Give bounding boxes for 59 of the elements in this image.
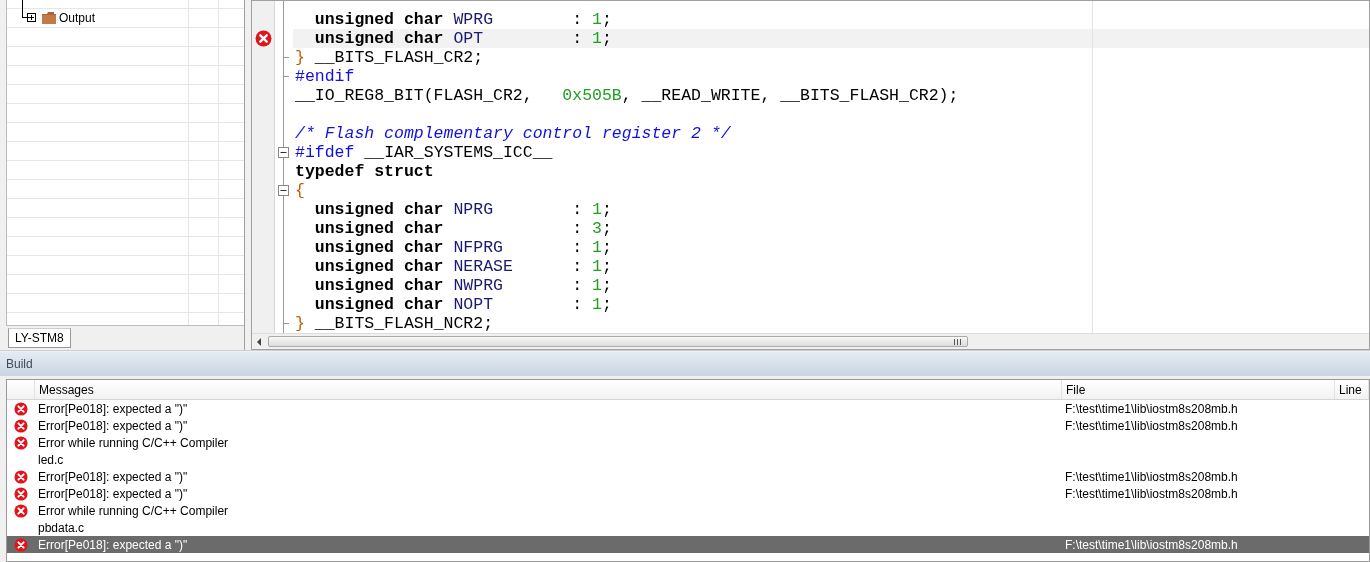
code-line: unsigned char : 3; bbox=[313, 219, 613, 238]
file-path: F:\test\time1\lib\iostm8s208mb.h bbox=[1064, 401, 1238, 416]
column-header[interactable]: Line bbox=[1335, 380, 1369, 399]
error-icon bbox=[13, 503, 28, 518]
message-text: pbdata.c bbox=[37, 520, 86, 535]
error-icon bbox=[13, 418, 28, 433]
file-path: F:\test\time1\lib\iostm8s208mb.h bbox=[1064, 418, 1238, 433]
code-line: unsigned char NERASE : 1; bbox=[313, 257, 613, 276]
message-row[interactable]: Error while running C/C++ Compiler bbox=[7, 502, 1369, 519]
message-row[interactable]: Error[Pe018]: expected a ")" F:\test\time1\lib\iostm8s208mb.h bbox=[7, 417, 1369, 434]
message-row[interactable]: Error[Pe018]: expected a ")" F:\test\time1\lib\iostm8s208mb.h bbox=[7, 468, 1369, 485]
code-line: typedef struct bbox=[294, 162, 435, 181]
grip-icon bbox=[954, 338, 961, 345]
message-text: Error[Pe018]: expected a ")" bbox=[37, 418, 189, 433]
message-row[interactable]: Error[Pe018]: expected a ")" F:\test\time1\lib\iostm8s208mb.h bbox=[7, 485, 1369, 502]
code-line: unsigned char WPRG : 1; bbox=[313, 10, 613, 29]
message-row[interactable]: Error[Pe018]: expected a ")" F:\test\time1\lib\iostm8s208mb.h bbox=[7, 536, 1369, 553]
code-line: unsigned char NPRG : 1; bbox=[313, 200, 613, 219]
scrollbar-thumb[interactable] bbox=[268, 336, 968, 347]
message-row[interactable]: led.c bbox=[7, 451, 1369, 468]
panel-title: Build bbox=[0, 352, 1370, 376]
file-path: F:\test\time1\lib\iostm8s208mb.h bbox=[1064, 537, 1238, 552]
expand-icon[interactable] bbox=[27, 13, 36, 22]
code-line: __IO_REG8_BIT(FLASH_CR2, 0x505B, __READ_WRITE, __BITS_FLASH_CR2); bbox=[294, 86, 960, 105]
message-text: Error[Pe018]: expected a ")" bbox=[37, 537, 189, 552]
workspace-tab[interactable]: LY-STM8 bbox=[8, 328, 71, 348]
message-text: led.c bbox=[37, 452, 65, 467]
error-icon bbox=[13, 469, 28, 484]
code-line: /* Flash complementary control register 2 */ bbox=[294, 124, 732, 143]
tree-item[interactable]: Output bbox=[59, 10, 96, 25]
message-text: Error while running C/C++ Compiler bbox=[37, 435, 230, 450]
error-icon bbox=[13, 486, 28, 501]
code-line: { bbox=[294, 181, 306, 200]
message-text: Error[Pe018]: expected a ")" bbox=[37, 469, 189, 484]
code-line: unsigned char NWPRG : 1; bbox=[313, 276, 613, 295]
error-icon bbox=[13, 435, 28, 450]
collapse-icon[interactable] bbox=[278, 185, 289, 196]
code-line: #endif bbox=[294, 67, 356, 86]
scroll-left-icon[interactable] bbox=[256, 337, 262, 346]
code-line: #ifdef __IAR_SYSTEMS_ICC__ bbox=[294, 143, 554, 162]
column-header[interactable]: File bbox=[1062, 380, 1335, 399]
message-text: Error[Pe018]: expected a ")" bbox=[37, 486, 189, 501]
column-header[interactable]: Messages bbox=[35, 380, 1062, 399]
folder-icon bbox=[42, 11, 56, 24]
message-row[interactable]: pbdata.c bbox=[7, 519, 1369, 536]
horizontal-scrollbar[interactable] bbox=[252, 333, 1369, 349]
code-line: unsigned char NOPT : 1; bbox=[313, 295, 613, 314]
collapse-icon[interactable] bbox=[278, 147, 289, 158]
file-path: F:\test\time1\lib\iostm8s208mb.h bbox=[1064, 486, 1238, 501]
error-icon bbox=[13, 537, 28, 552]
code-line: } __BITS_FLASH_NCR2; bbox=[294, 314, 495, 333]
message-text: Error while running C/C++ Compiler bbox=[37, 503, 230, 518]
code-line: unsigned char NFPRG : 1; bbox=[313, 238, 613, 257]
file-path: F:\test\time1\lib\iostm8s208mb.h bbox=[1064, 469, 1238, 484]
message-row[interactable]: Error[Pe018]: expected a ")" F:\test\time1\lib\iostm8s208mb.h bbox=[7, 400, 1369, 417]
message-row[interactable]: Error while running C/C++ Compiler bbox=[7, 434, 1369, 451]
code-line: } __BITS_FLASH_CR2; bbox=[294, 48, 485, 67]
error-icon bbox=[13, 401, 28, 416]
message-text: Error[Pe018]: expected a ")" bbox=[37, 401, 189, 416]
